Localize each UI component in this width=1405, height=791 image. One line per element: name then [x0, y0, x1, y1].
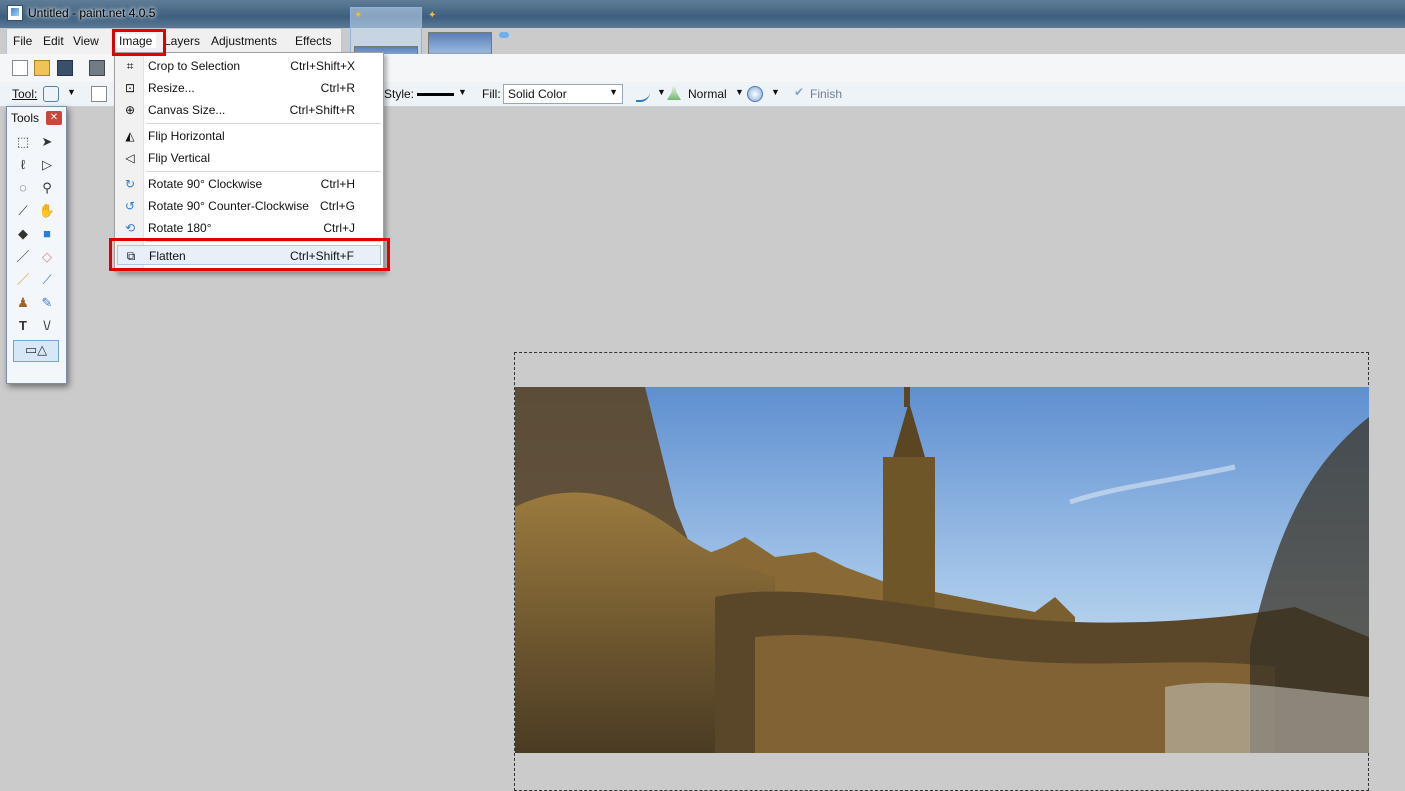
menu-item-canvas-size[interactable]: ⊕ Canvas Size... Ctrl+Shift+R — [117, 100, 381, 120]
crop-icon: ⌗ — [126, 59, 134, 73]
lasso-select-icon[interactable]: ℓ — [14, 156, 32, 174]
ellipse-select-icon[interactable]: ◌ — [14, 179, 32, 197]
menu-item-rotate-180[interactable]: ⟲ Rotate 180° Ctrl+J — [117, 218, 381, 238]
selection-mode-icon[interactable] — [91, 86, 107, 102]
fill-mode-select[interactable]: Solid Color ▼ — [503, 84, 623, 104]
canvas-size-icon: ⊕ — [124, 103, 136, 117]
magic-wand-icon[interactable]: ⟋ — [14, 202, 32, 220]
blend-mode-flask-icon[interactable] — [667, 86, 681, 100]
glasgow-university-photo — [515, 387, 1369, 753]
paintbrush-icon[interactable]: ／ — [14, 248, 32, 266]
menu-item-label: Rotate 90° Clockwise — [148, 177, 263, 191]
paint-bucket-icon[interactable]: ◆ — [14, 225, 32, 243]
print-icon[interactable] — [89, 60, 105, 76]
image-menu-dropdown: ⌗ Crop to Selection Ctrl+Shift+X ⊡ Resiz… — [114, 52, 384, 272]
antialiasing-dropdown-arrow-icon[interactable]: ▼ — [657, 87, 666, 97]
clipping-dropdown-arrow-icon[interactable]: ▼ — [771, 87, 780, 97]
fill-mode-value: Solid Color — [508, 87, 567, 101]
current-tool-shapes-icon[interactable] — [43, 86, 59, 102]
line-style-swatch[interactable] — [417, 93, 454, 96]
unsaved-star-icon: ✦ — [354, 10, 363, 21]
flip-horizontal-icon: ◭ — [125, 129, 135, 143]
close-icon[interactable]: ✕ — [46, 111, 62, 125]
color-picker-icon[interactable]: ⟋ — [38, 271, 56, 289]
rectangle-select-icon[interactable]: ⬚ — [14, 133, 32, 151]
tools-window-title: Tools — [11, 111, 40, 125]
antialiasing-icon[interactable] — [636, 86, 650, 102]
menu-item-flip-vertical[interactable]: ◁ Flip Vertical — [117, 148, 381, 168]
zoom-icon[interactable]: ⚲ — [38, 179, 56, 197]
menu-layers[interactable]: Layers — [164, 34, 200, 48]
resize-icon: ⊡ — [124, 81, 136, 95]
rotate-180-icon: ⟲ — [124, 221, 136, 235]
menu-item-label: Resize... — [148, 81, 195, 95]
unsaved-star-icon: ✦ — [428, 10, 437, 21]
blend-dropdown-arrow-icon[interactable]: ▼ — [735, 87, 744, 97]
pan-hand-icon[interactable]: ✋ — [38, 202, 56, 220]
rotate-cw-icon: ↻ — [124, 177, 136, 191]
menu-item-shortcut: Ctrl+J — [323, 221, 355, 235]
menu-item-rotate-90-clockwise[interactable]: ↻ Rotate 90° Clockwise Ctrl+H — [117, 174, 381, 194]
gradient-icon[interactable]: ■ — [38, 225, 56, 243]
line-curve-icon[interactable]: \/ — [38, 317, 56, 335]
finish-check-icon[interactable]: ✔ — [794, 85, 804, 99]
new-file-icon[interactable] — [12, 60, 28, 76]
menu-item-flatten[interactable]: ⧉ Flatten Ctrl+Shift+F — [117, 245, 381, 265]
menu-item-label: Crop to Selection — [148, 59, 241, 73]
menu-item-crop-to-selection[interactable]: ⌗ Crop to Selection Ctrl+Shift+X — [117, 56, 381, 76]
tool-dropdown-arrow-icon[interactable]: ▼ — [67, 87, 76, 97]
title-bar: Untitled - paint.net 4.0.5 ✦ ✦ — [0, 0, 1405, 78]
window-title: Untitled - paint.net 4.0.5 — [28, 6, 156, 20]
menu-item-shortcut: Ctrl+Shift+F — [289, 249, 354, 263]
menu-item-label: Canvas Size... — [148, 103, 226, 117]
selection-clipping-icon[interactable] — [747, 86, 763, 102]
fill-label: Fill: — [482, 87, 501, 101]
menu-item-label: Rotate 90° Counter-Clockwise — [148, 199, 309, 213]
menu-separator — [146, 171, 381, 172]
style-dropdown-arrow-icon[interactable]: ▼ — [458, 87, 467, 97]
menu-item-rotate-90-counter-clockwise[interactable]: ↺ Rotate 90° Counter-Clockwise Ctrl+G — [117, 196, 381, 216]
canvas-image[interactable] — [515, 387, 1369, 753]
menu-item-shortcut: Ctrl+Shift+R — [289, 103, 355, 117]
style-label: Style: — [384, 87, 415, 101]
menu-item-label: Rotate 180° — [148, 221, 212, 235]
flip-vertical-icon: ◁ — [125, 151, 135, 165]
menu-effects[interactable]: Effects — [295, 34, 331, 48]
menu-item-shortcut: Ctrl+Shift+X — [290, 59, 355, 73]
open-file-icon[interactable] — [34, 60, 50, 76]
tool-label: Tool: — [12, 87, 38, 101]
menu-item-label: Flip Horizontal — [148, 129, 225, 143]
shapes-tool-icon[interactable]: ▭△ — [13, 340, 59, 362]
flatten-icon: ⧉ — [126, 249, 136, 263]
recolor-icon[interactable]: ✎ — [38, 294, 56, 312]
fill-dropdown-arrow-icon: ▼ — [609, 87, 618, 97]
menu-item-label: Flip Vertical — [148, 151, 211, 165]
menu-item-shortcut: Ctrl+G — [319, 199, 355, 213]
menu-separator — [146, 241, 381, 242]
menu-adjustments[interactable]: Adjustments — [211, 34, 277, 48]
eraser-icon[interactable]: ◇ — [38, 248, 56, 266]
menu-item-flip-horizontal[interactable]: ◭ Flip Horizontal — [117, 126, 381, 146]
clone-stamp-icon[interactable]: ♟ — [14, 294, 32, 312]
menu-item-shortcut: Ctrl+H — [320, 177, 355, 191]
tools-window[interactable]: Tools ✕ ⬚ ➤ ℓ ▷ ◌ ⚲ ⟋ ✋ ◆ ■ ／ ◇ ／ ⟋ ♟ ✎ … — [6, 106, 67, 384]
text-tool-icon[interactable]: T — [14, 317, 32, 335]
blend-mode-value[interactable]: Normal — [688, 87, 727, 101]
menu-item-shortcut: Ctrl+R — [320, 81, 355, 95]
pencil-icon[interactable]: ／ — [14, 271, 32, 289]
move-selected-icon[interactable]: ➤ — [38, 133, 56, 151]
menu-image[interactable]: Image — [115, 34, 157, 48]
menu-item-label: Flatten — [149, 249, 186, 263]
menu-view[interactable]: View — [73, 34, 99, 48]
rotate-ccw-icon: ↺ — [124, 199, 136, 213]
menu-separator — [146, 123, 381, 124]
menu-item-resize[interactable]: ⊡ Resize... Ctrl+R — [117, 78, 381, 98]
paintnet-app-icon — [7, 5, 23, 21]
finish-button[interactable]: Finish — [810, 87, 842, 101]
move-selection-icon[interactable]: ▷ — [38, 156, 56, 174]
tab-dropdown-icon[interactable] — [499, 32, 509, 38]
menu-file[interactable]: File — [13, 34, 32, 48]
save-icon[interactable] — [57, 60, 73, 76]
menu-edit[interactable]: Edit — [43, 34, 64, 48]
